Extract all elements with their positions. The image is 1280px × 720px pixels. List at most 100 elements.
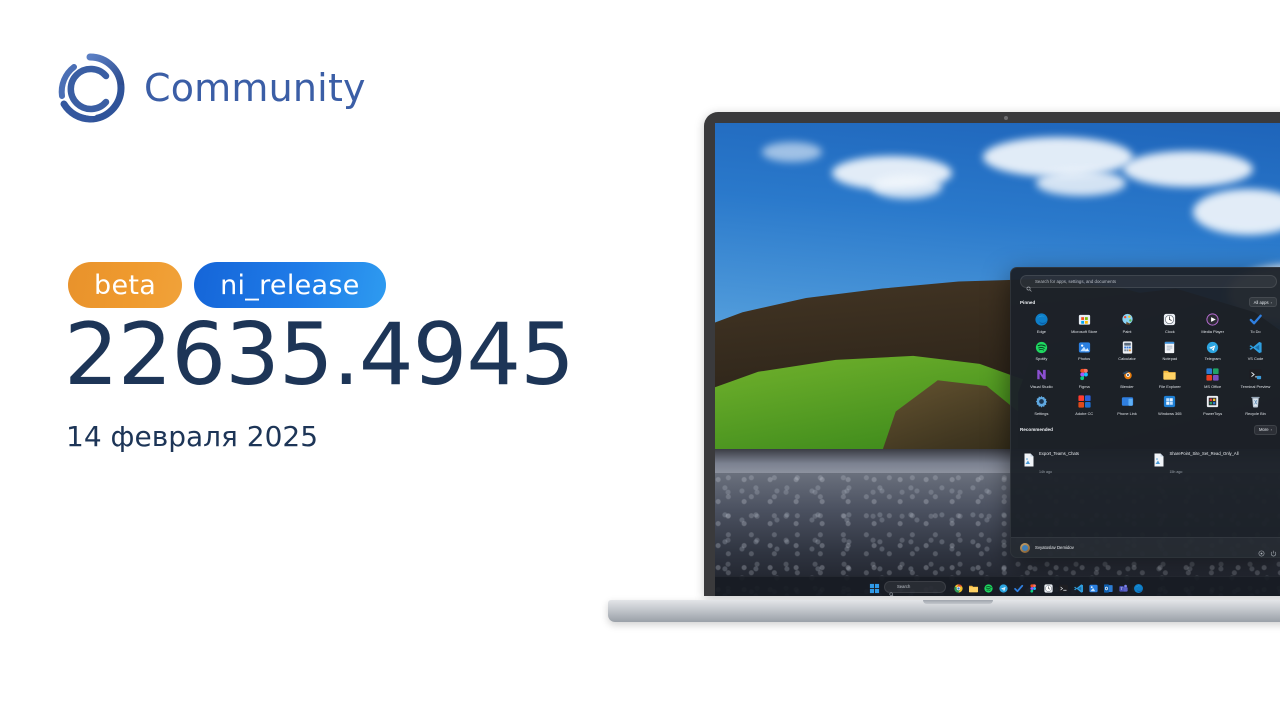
app-label: Visual Studio — [1030, 383, 1053, 389]
build-number: 22635.4945 — [64, 305, 575, 405]
pinned-app-visual-studio[interactable]: Visual Studio — [1020, 367, 1063, 388]
microsoft-store-icon — [1077, 312, 1092, 327]
pinned-title: Pinned — [1019, 299, 1036, 305]
recommended-header: Recommended More › — [1019, 424, 1277, 435]
release-badges: beta ni_release — [68, 262, 386, 308]
app-label: Spotify — [1035, 356, 1048, 362]
pinned-app-file-explorer[interactable]: File Explorer — [1148, 367, 1191, 388]
search-icon — [889, 584, 894, 596]
app-label: Media Player — [1201, 328, 1225, 334]
pinned-app-blender[interactable]: Blender — [1106, 367, 1149, 388]
chevron-right-icon: › — [1270, 299, 1272, 305]
start-search-input[interactable]: Search for apps, settings, and documents — [1019, 275, 1277, 292]
laptop-lid: Search for apps, settings, and documents… — [704, 112, 1280, 596]
taskbar[interactable]: Search T — [715, 576, 1280, 596]
pinned-apps-grid: Edge Microsoft Store Paint Clock Media P… — [1020, 312, 1277, 416]
more-label: More — [1259, 427, 1269, 433]
pinned-app-calculator[interactable]: Calculator — [1106, 340, 1149, 361]
taskbar-search-box[interactable]: Search — [884, 580, 946, 596]
blender-icon — [1120, 367, 1135, 382]
spotify-icon[interactable] — [983, 581, 994, 593]
badge-channel-beta: beta — [68, 262, 183, 308]
release-date: 14 февраля 2025 — [66, 420, 319, 453]
pinned-app-media-player[interactable]: Media Player — [1191, 312, 1234, 333]
windows-365-icon — [1162, 394, 1177, 409]
user-avatar[interactable] — [1019, 542, 1030, 553]
all-apps-button[interactable]: All apps › — [1248, 297, 1277, 308]
pinned-app-adobe-cc[interactable]: Adobe CC — [1063, 394, 1106, 415]
visual-studio-icon — [1034, 367, 1049, 382]
windows-start-icon[interactable] — [869, 581, 880, 594]
outlook-icon[interactable] — [1103, 581, 1114, 593]
clock-icon[interactable] — [1043, 581, 1054, 593]
power-icon[interactable] — [1270, 544, 1277, 557]
all-apps-label: All apps — [1253, 299, 1269, 305]
edge-icon — [1034, 312, 1049, 327]
pinned-app-terminal-preview[interactable]: Terminal Preview — [1234, 367, 1277, 388]
pinned-app-photos[interactable]: Photos — [1063, 340, 1106, 361]
telegram-icon[interactable] — [998, 581, 1009, 593]
edge-icon[interactable] — [1133, 581, 1144, 593]
pinned-app-powertoys[interactable]: PowerToys — [1191, 394, 1234, 415]
notepad-icon — [1162, 340, 1177, 355]
recycle-bin-icon — [1248, 394, 1263, 409]
recommended-section: Recommended More › Export_Teams_Chats 14… — [1019, 424, 1277, 480]
account-name[interactable]: Svyatoslav Demidov — [1035, 545, 1253, 550]
app-label: Paint — [1122, 328, 1132, 334]
pinned-app-vs-code[interactable]: VS Code — [1234, 340, 1277, 361]
app-label: Adobe CC — [1075, 410, 1094, 416]
pinned-app-spotify[interactable]: Spotify — [1020, 340, 1063, 361]
pinned-app-paint[interactable]: Paint — [1106, 312, 1149, 333]
recommended-title: Recommended — [1019, 427, 1053, 433]
wallpaper-cloud — [872, 175, 943, 200]
brand-name: Community — [144, 66, 366, 110]
recommended-item-text: Export_Teams_Chats 14h ago — [1039, 442, 1079, 478]
figma-icon[interactable] — [1028, 581, 1039, 593]
terminal-preview-icon — [1248, 367, 1263, 382]
pinned-app-settings[interactable]: Settings — [1020, 394, 1063, 415]
pinned-app-phone-link[interactable]: Phone Link — [1106, 394, 1149, 415]
spotify-icon — [1034, 340, 1049, 355]
telegram-icon — [1205, 340, 1220, 355]
more-button[interactable]: More › — [1254, 424, 1277, 435]
file-explorer-icon[interactable] — [968, 581, 979, 593]
phone-link-icon — [1120, 394, 1135, 409]
recommended-item[interactable]: SharePoint_Site_Set_Read_Only_All 15h ag… — [1150, 440, 1276, 480]
teams-icon[interactable]: T — [1118, 581, 1129, 592]
photos-icon — [1077, 340, 1092, 355]
app-label: Photos — [1078, 356, 1091, 362]
pinned-app-figma[interactable]: Figma — [1063, 367, 1106, 388]
calculator-icon — [1120, 340, 1135, 355]
recommended-item-time: 14h ago — [1038, 469, 1052, 474]
wallpaper-cloud — [761, 141, 822, 162]
start-menu[interactable]: Search for apps, settings, and documents… — [1009, 267, 1280, 559]
badge-branch-ni-release: ni_release — [194, 262, 386, 308]
pinned-app-recycle-bin[interactable]: Recycle Bin — [1234, 394, 1277, 415]
app-label: Blender — [1120, 383, 1134, 389]
figma-icon — [1077, 367, 1092, 382]
ms-office-icon — [1205, 367, 1220, 382]
photos-icon[interactable] — [1088, 581, 1099, 593]
vs-code-icon[interactable] — [1073, 581, 1084, 593]
pinned-app-notepad[interactable]: Notepad — [1148, 340, 1191, 361]
pinned-app-clock[interactable]: Clock — [1148, 312, 1191, 333]
chrome-icon[interactable] — [953, 581, 964, 593]
laptop-screen: Search for apps, settings, and documents… — [715, 123, 1280, 596]
terminal-icon[interactable] — [1058, 581, 1069, 593]
settings-icon[interactable] — [1258, 544, 1265, 557]
app-label: MS Office — [1204, 383, 1222, 389]
pinned-app-telegram[interactable]: Telegram — [1191, 340, 1234, 361]
app-label: Notepad — [1162, 356, 1178, 362]
pinned-app-edge[interactable]: Edge — [1020, 312, 1063, 333]
pinned-app-windows-365[interactable]: Windows 365 — [1148, 394, 1191, 415]
app-label: Figma — [1078, 383, 1090, 389]
pinned-app-ms-office[interactable]: MS Office — [1191, 367, 1234, 388]
pinned-app-microsoft-store[interactable]: Microsoft Store — [1063, 312, 1106, 333]
pinned-app-to-do[interactable]: To Do — [1234, 312, 1277, 333]
pinned-header: Pinned All apps › — [1019, 297, 1277, 308]
app-label: Phone Link — [1117, 410, 1137, 416]
community-c-logo-icon — [54, 52, 126, 124]
to-do-icon[interactable] — [1013, 581, 1024, 593]
paint-icon — [1120, 312, 1135, 327]
recommended-item[interactable]: Export_Teams_Chats 14h ago — [1020, 440, 1146, 480]
